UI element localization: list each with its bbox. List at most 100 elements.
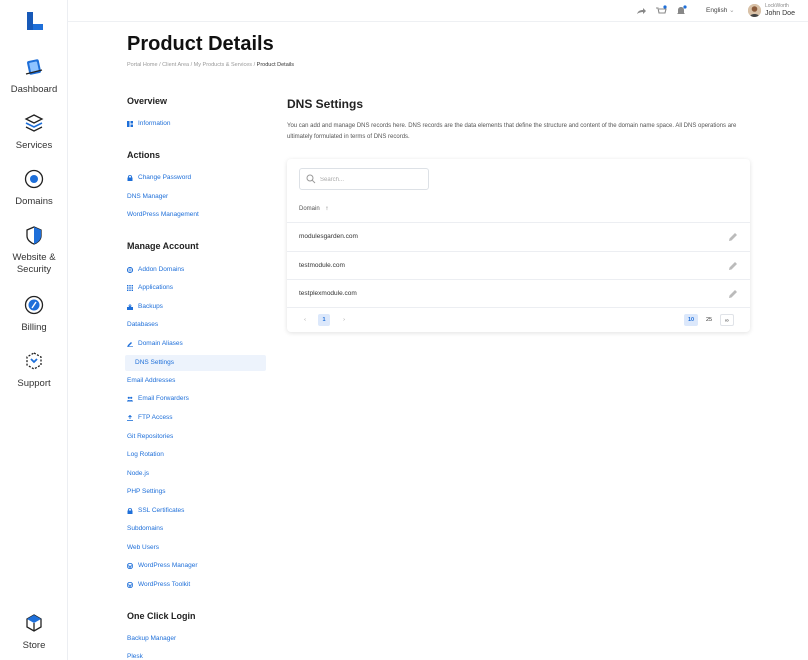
page-title: Product Details — [127, 33, 274, 55]
share-icon[interactable] — [635, 5, 647, 17]
sidebar-item-change-password[interactable]: Change Password — [127, 174, 191, 181]
sidebar-item-label: Applications — [138, 284, 174, 291]
nav-item-store[interactable]: Store — [0, 612, 68, 652]
sidebar-item-applications[interactable]: Applications — [127, 284, 173, 291]
one-click-login-heading: One Click Login — [127, 611, 196, 621]
breadcrumb-item[interactable]: My Products & Services — [194, 62, 252, 68]
breadcrumb: Portal Home / Client Area / My Products … — [127, 62, 294, 68]
support-icon — [26, 352, 42, 370]
sidebar-item-dns-settings[interactable]: DNS Settings — [135, 359, 174, 366]
actions-heading: Actions — [127, 150, 161, 160]
sidebar-item-web-users[interactable]: Web Users — [127, 544, 159, 551]
table-row[interactable]: testplexmodule.com — [287, 279, 750, 308]
sidebar-item-log-rotation[interactable]: Log Rotation — [127, 451, 164, 458]
edit-pencil-icon[interactable] — [728, 261, 738, 271]
sidebar-item-wordpress-manager[interactable]: WordPress Manager — [127, 562, 198, 569]
sidebar-item-email-forwarders[interactable]: Email Forwarders — [127, 395, 189, 402]
breadcrumb-item[interactable]: Portal Home — [127, 62, 158, 68]
sidebar-item-label: Information — [138, 120, 171, 127]
edit-pencil-icon[interactable] — [728, 232, 738, 242]
user-name: John Doe — [765, 10, 795, 17]
nav-label-store: Store — [22, 640, 46, 651]
sidebar-item-information[interactable]: Information — [127, 120, 171, 127]
sidebar-item-label: Backups — [138, 303, 163, 310]
nav-item-billing[interactable]: Billing — [0, 294, 68, 334]
sidebar-item-wordpress-toolkit[interactable]: WordPress Toolkit — [127, 581, 190, 588]
wordpress-icon — [127, 562, 133, 569]
search-box[interactable] — [299, 168, 429, 190]
chevron-down-icon: ⌄ — [729, 7, 735, 14]
sidebar-item-php-settings[interactable]: PHP Settings — [127, 488, 166, 495]
wordpress-icon — [127, 581, 133, 588]
services-icon — [24, 114, 44, 132]
shield-icon — [26, 226, 42, 245]
globe-icon — [127, 266, 133, 273]
sidebar-item-backups[interactable]: Backups — [127, 303, 163, 310]
left-navigation: Dashboard Services Domains Website & Sec… — [0, 0, 68, 660]
nav-item-domains[interactable]: Domains — [0, 168, 68, 208]
page-size-25-button[interactable]: 25 — [702, 314, 716, 326]
nav-label-dashboard: Dashboard — [10, 84, 58, 95]
nav-item-dashboard[interactable]: Dashboard — [0, 56, 68, 96]
search-input[interactable] — [320, 173, 420, 186]
nav-label-support: Support — [17, 378, 51, 389]
manage-account-heading: Manage Account — [127, 241, 199, 251]
sidebar-item-backup-manager[interactable]: Backup Manager — [127, 635, 176, 642]
sidebar-item-plesk[interactable]: Plesk — [127, 653, 143, 660]
breadcrumb-item[interactable]: Client Area — [162, 62, 189, 68]
sidebar-item-git-repositories[interactable]: Git Repositories — [127, 433, 173, 440]
sidebar-item-label: SSL Certificates — [138, 507, 185, 514]
domain-cell: modulesgarden.com — [299, 233, 358, 240]
sidebar-item-label: WordPress Manager — [138, 562, 198, 569]
page-size-all-button[interactable]: ∞ — [720, 314, 734, 326]
avatar[interactable] — [748, 4, 761, 17]
language-selector[interactable]: English ⌄ — [706, 6, 735, 14]
breadcrumb-current: Product Details — [256, 62, 294, 68]
globe-icon — [24, 169, 44, 189]
upload-icon — [127, 414, 133, 421]
sidebar-item-dns-manager[interactable]: DNS Manager — [127, 193, 168, 200]
nav-label-billing: Billing — [21, 322, 47, 333]
user-menu[interactable]: LockWorth John Doe — [765, 3, 795, 17]
notifications-bell-icon[interactable] — [675, 5, 687, 17]
cart-icon[interactable] — [655, 5, 667, 17]
column-header-label: Domain — [299, 206, 320, 212]
sidebar-item-ftp-access[interactable]: FTP Access — [127, 414, 173, 421]
next-page-button[interactable]: › — [338, 314, 350, 326]
edit-pencil-icon[interactable] — [728, 289, 738, 299]
language-label: English — [706, 7, 728, 14]
sort-ascending-icon: ↑ — [325, 206, 329, 212]
nav-label-domains: Domains — [15, 196, 53, 207]
user-avatar-icon — [748, 4, 761, 17]
sidebar-item-ssl-certificates[interactable]: SSL Certificates — [127, 507, 184, 514]
company-name: LockWorth — [765, 3, 789, 9]
prev-page-button[interactable]: ‹ — [299, 314, 311, 326]
sidebar-item-label: Change Password — [138, 174, 192, 181]
brand-logo-icon[interactable] — [25, 10, 45, 32]
nav-item-website-security[interactable]: Website & Security — [0, 224, 68, 276]
sidebar-item-wordpress-management[interactable]: WordPress Management — [127, 211, 199, 218]
sidebar-item-nodejs[interactable]: Node.js — [127, 470, 149, 477]
nav-item-services[interactable]: Services — [0, 112, 68, 152]
edit-alias-icon — [127, 341, 133, 347]
domain-cell: testmodule.com — [299, 262, 345, 269]
users-icon — [127, 396, 133, 401]
column-header-domain[interactable]: Domain ↑ — [299, 206, 328, 212]
sidebar-item-databases[interactable]: Databases — [127, 321, 158, 328]
page-size-10-button[interactable]: 10 — [684, 314, 698, 326]
page-number-button[interactable]: 1 — [318, 314, 330, 326]
nav-item-support[interactable]: Support — [0, 350, 68, 390]
lock-icon — [127, 174, 133, 181]
sidebar-item-label: WordPress Toolkit — [138, 581, 191, 588]
overview-heading: Overview — [127, 96, 168, 106]
info-grid-icon — [127, 120, 133, 127]
sidebar-item-email-addresses[interactable]: Email Addresses — [127, 377, 175, 384]
search-icon — [306, 174, 316, 184]
top-bar: English ⌄ LockWorth John Doe ⌄ — [68, 0, 808, 22]
lock-icon — [127, 507, 133, 514]
sidebar-item-addon-domains[interactable]: Addon Domains — [127, 266, 184, 273]
table-row[interactable]: testmodule.com — [287, 251, 750, 280]
table-row[interactable]: modulesgarden.com — [287, 222, 750, 251]
sidebar-item-domain-aliases[interactable]: Domain Aliases — [127, 340, 183, 347]
sidebar-item-subdomains[interactable]: Subdomains — [127, 525, 163, 532]
